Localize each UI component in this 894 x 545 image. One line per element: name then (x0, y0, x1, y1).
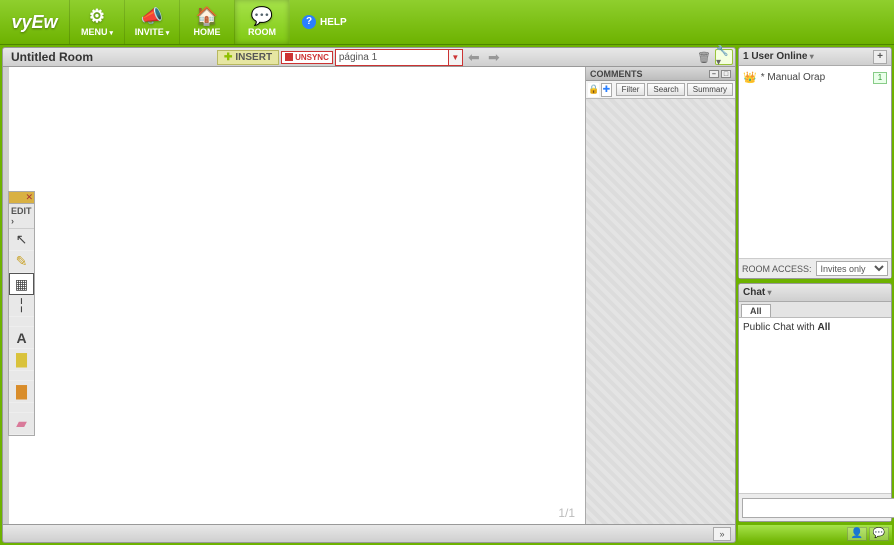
user-list: 👑 * Manual Orap 1 (739, 66, 891, 258)
edit-toolstrip: ✕ EDIT › ↖ ✎ ▦ ╎ A ▇ ▇ ▰ (8, 191, 35, 436)
logo: vyEw (0, 0, 70, 44)
help-icon: ? (302, 15, 316, 29)
tool-comment[interactable]: ▇ (9, 381, 34, 403)
nav-invite-label: INVITE (135, 27, 169, 37)
chat-icon: 💬 (251, 7, 273, 25)
sticky-icon: ▇ (16, 351, 27, 368)
chat-input[interactable] (742, 498, 894, 518)
nav-home-label: HOME (194, 27, 221, 37)
room-access-select[interactable]: Invites only (816, 261, 888, 276)
chat-body-text: Public Chat with (743, 322, 817, 333)
chat-input-row: ↲ (739, 493, 891, 521)
plus-icon: ✚ (224, 52, 232, 63)
tool-sticky[interactable]: ▇ (9, 349, 34, 371)
page-counter: 1/1 (558, 506, 575, 520)
home-icon: 🏠 (196, 7, 218, 25)
line-icon: ╎ (17, 297, 25, 314)
comments-filter-button[interactable]: Filter (616, 83, 646, 96)
top-nav: vyEw ⚙ MENU 📣 INVITE 🏠 HOME 💬 ROOM ? HEL… (0, 0, 894, 45)
chat-header-label: Chat (743, 287, 771, 298)
lock-icon[interactable]: 🔒 (588, 83, 599, 97)
add-user-button[interactable]: + (873, 50, 887, 64)
nav-invite[interactable]: 📣 INVITE (125, 0, 180, 44)
shape-icon: ▦ (15, 276, 28, 293)
insert-label: INSERT (235, 52, 272, 63)
nav-room[interactable]: 💬 ROOM (235, 0, 290, 44)
page-prev-button[interactable]: ⬅ (465, 49, 483, 65)
user-row[interactable]: 👑 * Manual Orap 1 (742, 69, 888, 86)
chat-body-target: All (817, 322, 830, 333)
tool-line[interactable]: ╎ (9, 295, 34, 317)
unsync-badge[interactable]: UNSYNC (281, 51, 333, 64)
comments-panel: COMMENTS – □ 🔒 ✚ Filter Search Summary (585, 67, 735, 524)
nav-menu-label: MENU (81, 27, 113, 37)
chat-panel: Chat All Public Chat with All ↲ (738, 283, 892, 522)
chat-body: Public Chat with All (739, 318, 891, 493)
left-column: Untitled Room ✚ INSERT UNSYNC página 1 ▼… (0, 45, 738, 545)
tool-pencil[interactable]: ✎ (9, 251, 34, 273)
nav-menu[interactable]: ⚙ MENU (70, 0, 125, 44)
comments-toolbar: 🔒 ✚ Filter Search Summary (586, 81, 735, 99)
megaphone-icon: 📣 (141, 7, 163, 25)
room-title: Untitled Room (5, 50, 215, 64)
gear-icon: ⚙ (89, 7, 105, 25)
page-settings-button[interactable]: 🔧▾ (715, 49, 733, 65)
comments-search-button[interactable]: Search (647, 83, 684, 96)
chevron-down-icon: ▼ (448, 50, 462, 65)
eraser-icon: ▰ (16, 415, 27, 432)
comment-icon: ▇ (16, 383, 27, 400)
users-header[interactable]: 1 User Online + (739, 48, 891, 66)
right-column: 1 User Online + 👑 * Manual Orap 1 ROOM A… (738, 45, 894, 545)
canvas-area: 1/1 ✕ EDIT › ↖ ✎ ▦ ╎ A ▇ ▇ ▰ (9, 67, 585, 524)
room-toolbar: Untitled Room ✚ INSERT UNSYNC página 1 ▼… (2, 47, 736, 67)
users-panel: 1 User Online + 👑 * Manual Orap 1 ROOM A… (738, 47, 892, 279)
nav-home[interactable]: 🏠 HOME (180, 0, 235, 44)
expand-button[interactable]: » (713, 527, 731, 541)
right-footer: 👤 💬 (738, 525, 892, 543)
help-label: HELP (320, 17, 347, 28)
crown-icon: 👑 (743, 71, 757, 84)
room-access-label: ROOM ACCESS: (742, 264, 812, 274)
toolstrip-header: EDIT › (9, 204, 34, 229)
page-next-button[interactable]: ➡ (485, 49, 503, 65)
whiteboard-canvas[interactable]: 1/1 (9, 67, 585, 524)
footer-chat-button[interactable]: 💬 (869, 527, 889, 541)
sync-dot-icon (285, 53, 293, 61)
text-icon: A (16, 330, 26, 346)
unsync-label: UNSYNC (295, 53, 329, 62)
help-link[interactable]: ? HELP (302, 0, 347, 44)
chat-tabs: All (739, 302, 891, 318)
user-name: * Manual Orap (761, 72, 825, 83)
trash-button[interactable]: 🗑 (695, 49, 713, 65)
users-header-label: 1 User Online (743, 51, 814, 62)
page-select[interactable]: página 1 ▼ (335, 49, 463, 66)
comments-title: COMMENTS (590, 69, 643, 79)
nav-room-label: ROOM (248, 27, 276, 37)
chat-tab-all[interactable]: All (741, 304, 771, 317)
user-badge: 1 (873, 72, 887, 84)
room-access-row: ROOM ACCESS: Invites only (739, 258, 891, 278)
main-split: 1/1 ✕ EDIT › ↖ ✎ ▦ ╎ A ▇ ▇ ▰ (2, 67, 736, 525)
pointer-icon: ↖ (16, 231, 28, 248)
comments-max-button[interactable]: □ (721, 70, 731, 78)
app-body: Untitled Room ✚ INSERT UNSYNC página 1 ▼… (0, 45, 894, 545)
comments-header: COMMENTS – □ (586, 67, 735, 81)
insert-button[interactable]: ✚ INSERT (217, 50, 279, 65)
chat-header[interactable]: Chat (739, 284, 891, 302)
tool-pointer[interactable]: ↖ (9, 229, 34, 251)
comments-min-button[interactable]: – (709, 70, 719, 78)
comments-summary-button[interactable]: Summary (687, 83, 733, 96)
add-comment-button[interactable]: ✚ (601, 83, 611, 97)
toolstrip-close[interactable]: ✕ (9, 192, 34, 204)
footer-user-button[interactable]: 👤 (847, 527, 867, 541)
tool-eraser[interactable]: ▰ (9, 413, 34, 435)
bottom-strip: » (2, 525, 736, 543)
page-select-label: página 1 (339, 52, 377, 63)
tool-text[interactable]: A (9, 327, 34, 349)
tool-shape[interactable]: ▦ (9, 273, 34, 295)
pencil-icon: ✎ (16, 253, 28, 270)
